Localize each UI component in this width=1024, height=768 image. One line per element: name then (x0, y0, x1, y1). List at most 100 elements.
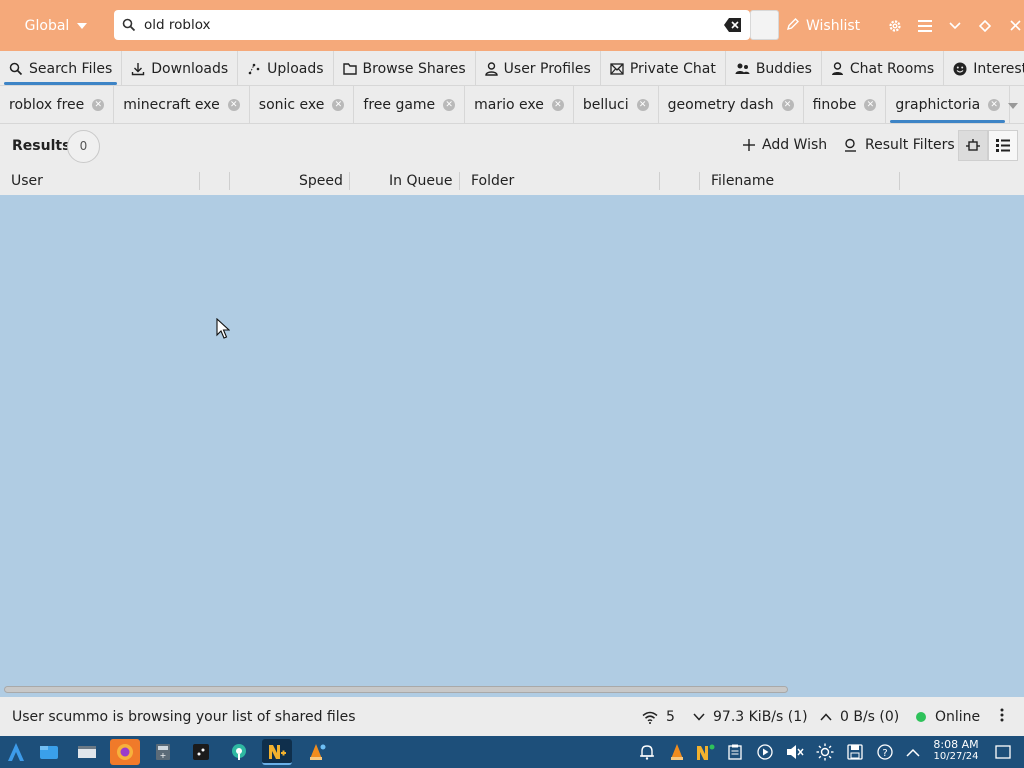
buddies-icon (735, 63, 750, 74)
online-status[interactable]: Online (916, 709, 980, 725)
status-message: User scummo is browsing your list of sha… (12, 709, 356, 725)
search-tab[interactable]: roblox free ✕ (0, 86, 115, 124)
tab-label: Browse Shares (362, 60, 466, 77)
nicotine-tray-icon[interactable] (694, 741, 716, 763)
column-user[interactable]: User (11, 173, 43, 189)
search-submit-button[interactable] (750, 10, 779, 40)
close-icon[interactable] (1000, 0, 1024, 51)
nicotine-app-icon[interactable] (262, 739, 292, 765)
close-tab-icon[interactable]: ✕ (551, 99, 564, 111)
list-icon (996, 139, 1010, 152)
search-tab-active[interactable]: graphictoria ✕ (886, 86, 1011, 124)
tab-interests[interactable]: Interests (944, 51, 1024, 86)
search-tab[interactable]: geometry dash ✕ (659, 86, 804, 124)
list-view-toggle[interactable] (988, 130, 1018, 161)
tab-downloads[interactable]: Downloads (122, 51, 239, 86)
search-scope-label: Global (24, 17, 70, 34)
tab-label: Uploads (267, 60, 324, 77)
group-view-toggle[interactable] (958, 130, 988, 161)
notifications-icon[interactable] (636, 741, 658, 763)
more-options-icon[interactable] (1000, 708, 1004, 722)
brightness-icon[interactable] (814, 741, 836, 763)
status-bar: User scummo is browsing your list of sha… (0, 699, 1024, 735)
chevron-up-icon (820, 713, 832, 721)
app-dark-icon[interactable] (186, 739, 216, 765)
tab-buddies[interactable]: Buddies (726, 51, 822, 86)
show-desktop-icon[interactable] (992, 741, 1014, 763)
result-filters-button[interactable]: Result Filters (844, 137, 955, 153)
download-icon (132, 62, 145, 75)
media-play-icon[interactable] (754, 741, 776, 763)
close-tab-icon[interactable]: ✕ (636, 99, 649, 111)
search-scope-dropdown[interactable]: Global (0, 0, 112, 51)
tab-uploads[interactable]: Uploads (238, 51, 334, 86)
file-manager-icon[interactable] (34, 739, 64, 765)
show-hidden-icons-icon[interactable] (902, 741, 924, 763)
column-filename[interactable]: Filename (711, 173, 774, 189)
vlc-tray-icon[interactable] (666, 741, 688, 763)
search-box[interactable] (114, 10, 750, 40)
smile-icon (953, 62, 967, 75)
tab-browse-shares[interactable]: Browse Shares (334, 51, 476, 86)
search-tab[interactable]: finobe ✕ (804, 86, 887, 124)
search-tab-label: sonic exe (258, 97, 325, 113)
volume-muted-icon[interactable] (784, 741, 806, 763)
close-tab-icon[interactable]: ✕ (227, 99, 240, 111)
chevron-down-icon (693, 713, 705, 721)
calculator-icon[interactable]: + (148, 739, 178, 765)
tab-private-chat[interactable]: Private Chat (601, 51, 726, 86)
network-app-icon[interactable] (224, 739, 254, 765)
wishlist-button[interactable]: Wishlist (786, 17, 860, 35)
tab-label: Chat Rooms (849, 60, 935, 77)
start-menu-icon[interactable] (4, 740, 28, 764)
close-tab-icon[interactable]: ✕ (781, 99, 794, 111)
search-tab-label: minecraft exe (123, 97, 220, 113)
tab-user-profiles[interactable]: User Profiles (476, 51, 601, 86)
settings-gear-icon[interactable] (880, 0, 910, 51)
storage-icon[interactable] (844, 741, 866, 763)
firefox-icon[interactable] (110, 739, 140, 765)
search-input[interactable] (144, 17, 704, 33)
group-icon (966, 138, 980, 151)
search-tab[interactable]: mario exe ✕ (465, 86, 574, 124)
download-speed-status[interactable]: 97.3 KiB/s (1) (693, 709, 808, 725)
column-speed[interactable]: Speed (299, 173, 343, 189)
search-tab[interactable]: sonic exe ✕ (250, 86, 355, 124)
search-icon (9, 62, 23, 75)
header-actions: Wishlist (786, 0, 1024, 51)
search-tab-label: mario exe (474, 97, 544, 113)
chevron-down-icon[interactable] (1008, 103, 1018, 109)
clock-time: 8:08 AM (933, 738, 979, 751)
minimize-icon[interactable] (940, 0, 970, 51)
header-bar: Global Wishlist (0, 0, 1024, 51)
clear-search-icon[interactable] (724, 17, 742, 33)
search-tab[interactable]: free game ✕ (354, 86, 466, 124)
pencil-icon (786, 17, 800, 35)
hamburger-menu-icon[interactable] (910, 0, 940, 51)
mouse-cursor-icon (216, 317, 231, 344)
horizontal-scrollbar[interactable] (4, 686, 788, 693)
tab-search-files[interactable]: Search Files (0, 51, 123, 86)
column-in-queue[interactable]: In Queue (389, 173, 452, 189)
upload-speed-status[interactable]: 0 B/s (0) (820, 709, 899, 725)
search-tab[interactable]: belluci ✕ (574, 86, 659, 124)
close-tab-icon[interactable]: ✕ (864, 99, 877, 111)
close-tab-icon[interactable]: ✕ (988, 99, 1001, 111)
vlc-app-icon[interactable] (302, 739, 332, 765)
tab-label: Downloads (151, 60, 229, 77)
close-tab-icon[interactable]: ✕ (92, 99, 105, 111)
close-tab-icon[interactable]: ✕ (332, 99, 345, 111)
column-folder[interactable]: Folder (471, 173, 514, 189)
search-tab-label: finobe (812, 97, 857, 113)
maximize-icon[interactable] (970, 0, 1000, 51)
svg-text:+: + (160, 751, 167, 760)
taskbar-clock[interactable]: 8:08 AM 10/27/24 (928, 739, 984, 763)
clipboard-icon[interactable] (724, 741, 746, 763)
search-tab[interactable]: minecraft exe ✕ (114, 86, 250, 124)
help-icon[interactable]: ? (874, 741, 896, 763)
terminal-icon[interactable] (72, 739, 102, 765)
results-list[interactable] (0, 195, 1024, 697)
tab-chat-rooms[interactable]: Chat Rooms (822, 51, 945, 86)
add-wish-button[interactable]: Add Wish (743, 137, 827, 153)
close-tab-icon[interactable]: ✕ (443, 99, 456, 111)
